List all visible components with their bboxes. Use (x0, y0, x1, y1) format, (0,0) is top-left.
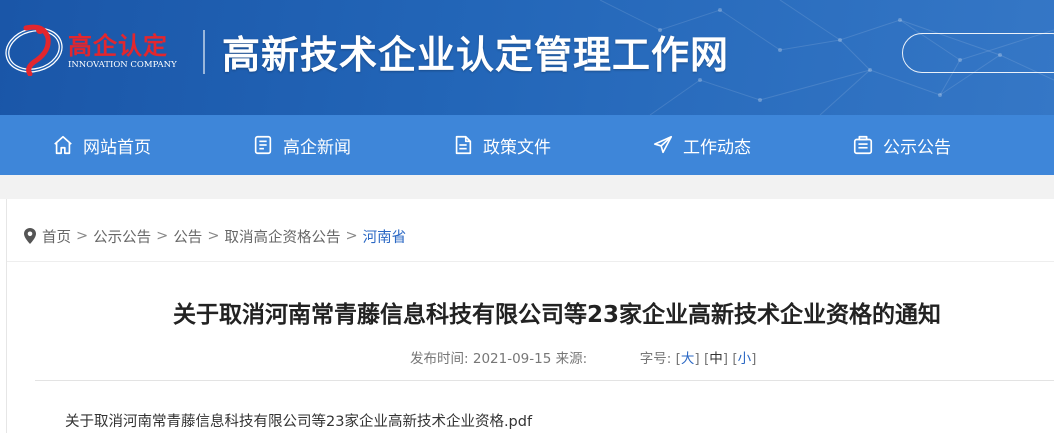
breadcrumb-separator: > (76, 228, 89, 244)
site-title: 高新技术企业认定管理工作网 (222, 33, 730, 77)
font-size-large[interactable]: 大 (681, 351, 695, 367)
publish-date: 2021-09-15 (472, 351, 552, 367)
nav-item-label: 政策文件 (483, 137, 551, 158)
breadcrumb-item-home[interactable]: 首页 (42, 226, 71, 247)
breadcrumb-separator: > (345, 228, 358, 244)
nav-item-policy[interactable]: 政策文件 (452, 115, 551, 175)
breadcrumb-item-announcements[interactable]: 公示公告 (93, 226, 151, 247)
breadcrumb: 首页 > 公示公告 > 公告 > 取消高企资格公告 > 河南省 (23, 226, 406, 246)
nav-item-announcements[interactable]: 公示公告 (852, 115, 951, 175)
nav-item-news[interactable]: 高企新闻 (252, 115, 351, 175)
breadcrumb-item-revocation[interactable]: 取消高企资格公告 (224, 226, 340, 247)
nav-item-label: 公示公告 (883, 137, 951, 158)
source-label: 来源: (555, 351, 588, 367)
location-pin-icon (24, 228, 36, 244)
logo-swirl-icon (5, 24, 63, 76)
font-size-small[interactable]: 小 (738, 351, 752, 367)
article-meta: 发布时间: 2021-09-15 来源: 字号: [大] [中] [小] (410, 351, 757, 367)
announcement-icon (853, 135, 873, 155)
news-icon (254, 135, 272, 155)
breadcrumb-item-province[interactable]: 河南省 (363, 226, 407, 247)
breadcrumb-divider (7, 261, 1054, 262)
logo-divider (203, 30, 205, 74)
search-input[interactable] (902, 33, 1054, 73)
site-header: 高企认定 INNOVATION COMPANY 高新技术企业认定管理工作网 (0, 0, 1054, 115)
breadcrumb-separator: > (207, 228, 220, 244)
nav-item-label: 工作动态 (683, 137, 751, 158)
meta-divider (35, 380, 1054, 381)
site-logo[interactable]: 高企认定 INNOVATION COMPANY (4, 18, 204, 76)
font-size-medium[interactable]: 中 (709, 351, 723, 367)
send-icon (653, 135, 673, 154)
section-gap (0, 175, 1054, 199)
attachment-link[interactable]: 关于取消河南常青藤信息科技有限公司等23家企业高新技术企业资格.pdf (65, 410, 532, 431)
article-title: 关于取消河南常青藤信息科技有限公司等23家企业高新技术企业资格的通知 (173, 302, 942, 328)
publish-label: 发布时间: (410, 351, 469, 367)
document-icon (455, 135, 472, 155)
nav-item-home[interactable]: 网站首页 (52, 115, 151, 175)
breadcrumb-item-notice[interactable]: 公告 (173, 226, 202, 247)
nav-item-work-updates[interactable]: 工作动态 (652, 115, 751, 175)
article-container: 首页 > 公示公告 > 公告 > 取消高企资格公告 > 河南省 关于取消河南常青… (6, 199, 1054, 433)
font-size-label: 字号: (639, 351, 672, 367)
nav-item-label: 高企新闻 (283, 137, 351, 158)
logo-text: 高企认定 (68, 32, 168, 60)
home-icon (54, 135, 72, 155)
main-nav: 网站首页 高企新闻 政策文件 工作动态 公示公告 (0, 115, 1054, 175)
logo-subtitle: INNOVATION COMPANY (68, 60, 177, 70)
breadcrumb-separator: > (156, 228, 169, 244)
nav-item-label: 网站首页 (83, 137, 151, 158)
